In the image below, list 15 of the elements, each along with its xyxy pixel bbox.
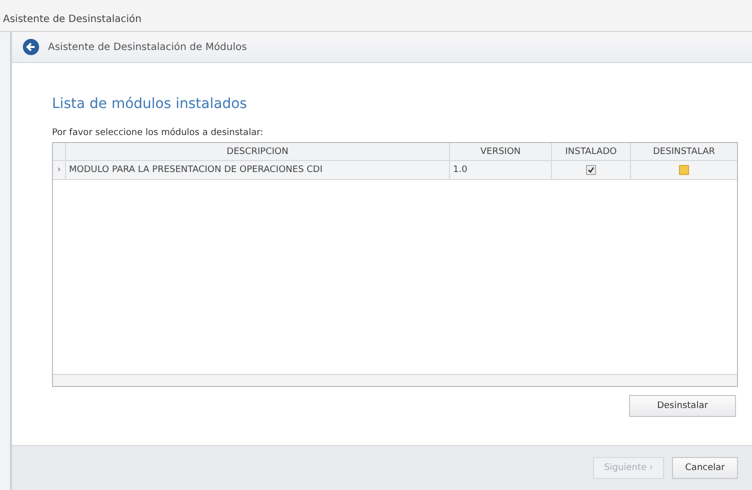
checkbox[interactable] bbox=[679, 165, 689, 175]
cancel-button[interactable]: Cancelar bbox=[672, 457, 738, 479]
wizard-title: Asistente de Desinstalación de Módulos bbox=[48, 42, 247, 52]
uninstall-button[interactable]: Desinstalar bbox=[629, 395, 736, 417]
checkbox[interactable] bbox=[586, 165, 596, 175]
column-header[interactable]: DESINSTALAR bbox=[631, 143, 737, 160]
table-cell: 1.0 bbox=[450, 161, 552, 179]
column-header[interactable]: DESCRIPCION bbox=[66, 143, 450, 160]
instruction-text: Por favor seleccione los módulos a desinstalar: bbox=[52, 128, 264, 138]
column-header[interactable]: VERSION bbox=[450, 143, 552, 160]
table-cell: MODULO PARA LA PRESENTACION DE OPERACIONES CDI bbox=[66, 161, 450, 179]
row-indicator: › bbox=[53, 161, 66, 179]
column-header[interactable]: INSTALADO bbox=[552, 143, 631, 160]
window-title: Asistente de Desinstalación bbox=[3, 14, 142, 25]
page-heading: Lista de módulos instalados bbox=[52, 96, 248, 112]
